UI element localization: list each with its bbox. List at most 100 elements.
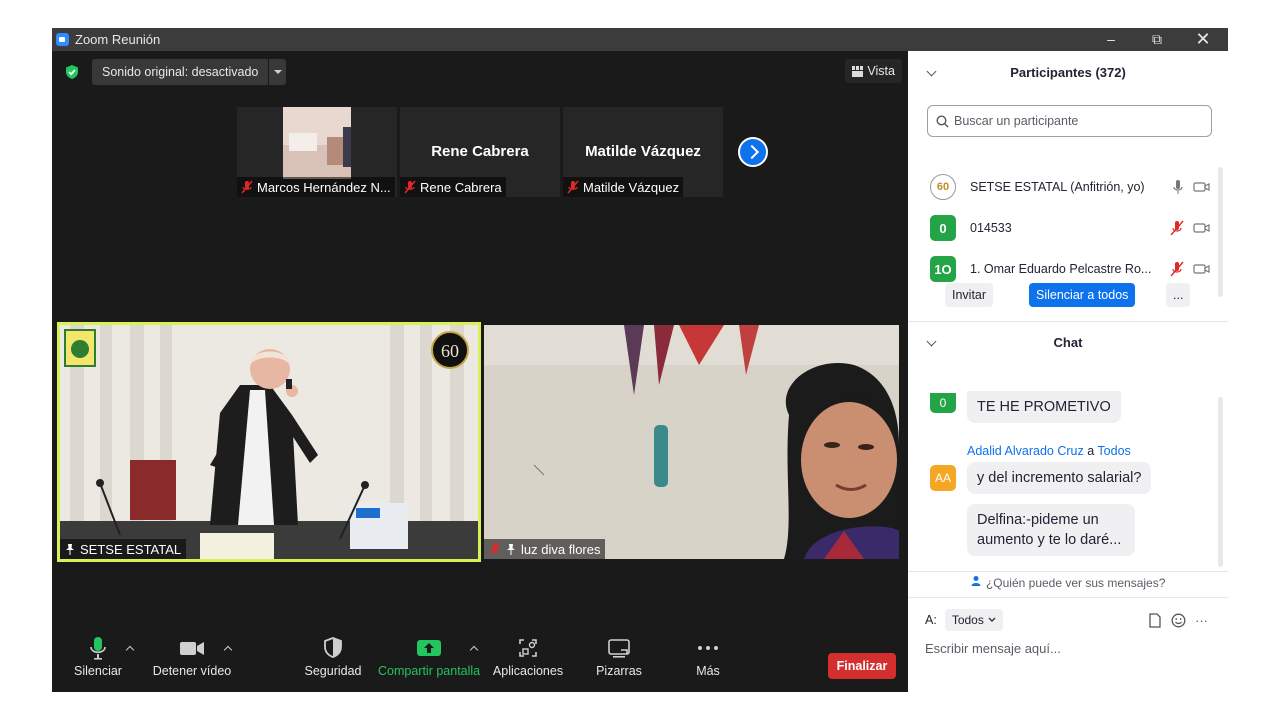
tile-name: SETSE ESTATAL <box>80 541 182 557</box>
invite-button[interactable]: Invitar <box>945 283 994 307</box>
pin-icon <box>66 544 74 555</box>
participants-header: Participantes (372) <box>908 59 1228 87</box>
mute-label: Silenciar <box>74 664 122 678</box>
view-label: Vista <box>867 64 895 78</box>
view-button[interactable]: Vista <box>845 59 902 83</box>
more-button[interactable]: Más <box>682 636 734 688</box>
video-camera-icon[interactable] <box>1193 220 1210 236</box>
security-shield-icon <box>324 637 342 658</box>
stop-video-label: Detener vídeo <box>152 664 232 678</box>
participant-big-name: Matilde Vázquez <box>585 143 701 160</box>
apps-button[interactable]: Aplicaciones <box>492 636 564 688</box>
minimize-button[interactable]: – <box>1088 28 1134 51</box>
participant-video-frame <box>484 325 899 559</box>
more-label: Más <box>696 664 720 678</box>
avatar: AA <box>930 465 956 491</box>
participant-thumbnail[interactable]: Matilde Vázquez Matilde Vázquez <box>563 107 723 197</box>
mute-all-button[interactable]: Silenciar a todos <box>1029 283 1136 307</box>
pin-icon <box>507 544 515 555</box>
chat-title: Chat <box>1053 335 1083 350</box>
share-options-caret[interactable] <box>468 642 480 654</box>
video-tile[interactable]: luz diva flores <box>484 325 899 559</box>
chat-sender-separator: a <box>1087 444 1095 458</box>
restore-button[interactable]: ⧉ <box>1134 28 1180 51</box>
mute-button[interactable]: Silenciar <box>72 636 124 688</box>
search-icon <box>936 114 949 127</box>
participant-search[interactable] <box>927 105 1212 137</box>
original-sound-label: Sonido original: desactivado <box>102 65 259 79</box>
title-bar: Zoom Reunión – ⧉ ✕ <box>52 28 1228 51</box>
next-page-button[interactable] <box>738 137 768 167</box>
original-sound-button[interactable]: Sonido original: desactivado <box>92 59 287 85</box>
mic-muted-icon[interactable] <box>1170 220 1184 236</box>
whiteboards-button[interactable]: Pizarras <box>590 636 648 688</box>
video-camera-icon <box>180 642 204 655</box>
chat-message: Delfina:-pideme un aumento y te lo daré.… <box>967 504 1135 556</box>
recipient-value: Todos <box>951 613 984 627</box>
avatar: 0 <box>930 393 956 413</box>
chat-message-line: Delfina:-pideme un <box>977 512 1099 528</box>
stop-video-button[interactable]: Detener vídeo <box>152 636 232 688</box>
divider <box>908 597 1228 598</box>
close-button[interactable]: ✕ <box>1180 28 1226 51</box>
participant-search-input[interactable] <box>954 114 1194 128</box>
whiteboard-icon <box>608 639 630 658</box>
chat-recipient-row: A: Todos <box>925 609 1003 631</box>
participant-thumbnail[interactable]: Marcos Hernández N... <box>237 107 397 197</box>
zoom-app-icon <box>56 33 69 46</box>
apps-label: Aplicaciones <box>492 664 564 678</box>
participant-status-icons <box>1170 261 1210 277</box>
share-screen-icon <box>417 640 441 656</box>
video-area: Sonido original: desactivado Vista Marco… <box>52 51 908 692</box>
microphone-icon[interactable] <box>1172 179 1184 195</box>
security-label: Seguridad <box>304 664 362 678</box>
video-camera-icon[interactable] <box>1193 179 1210 195</box>
participant-row[interactable]: 0 014533 <box>930 213 1210 243</box>
chat-scrollbar[interactable] <box>1218 397 1223 567</box>
more-icon <box>698 646 718 650</box>
share-screen-button[interactable]: Compartir pantalla <box>378 636 480 688</box>
video-tile-active-speaker[interactable]: 60 SETSE ESTATAL <box>57 322 481 562</box>
chat-message: TE HE PROMETIVO <box>967 391 1121 423</box>
thumbnail-name-bar: Marcos Hernández N... <box>237 177 395 197</box>
mic-muted-icon[interactable] <box>1170 261 1184 277</box>
participant-row[interactable]: 1O 1. Omar Eduardo Pelcastre Ro... <box>930 254 1210 284</box>
chevron-down-icon[interactable] <box>926 66 937 77</box>
microphone-icon <box>90 637 106 660</box>
who-can-see-messages[interactable]: ¿Quién puede ver sus mensajes? <box>908 575 1228 590</box>
chat-more-button[interactable]: ··· <box>1195 613 1208 628</box>
participant-row[interactable]: 60 SETSE ESTATAL (Anfitrión, yo) <box>930 172 1210 202</box>
badge-60-label: 60 <box>441 341 459 361</box>
file-icon[interactable] <box>1148 613 1162 628</box>
thumbnail-name-bar: Rene Cabrera <box>400 177 506 197</box>
end-meeting-button[interactable]: Finalizar <box>828 653 896 679</box>
audio-options-caret[interactable] <box>124 642 136 654</box>
chevron-down-icon <box>988 617 996 622</box>
video-options-caret[interactable] <box>222 642 234 654</box>
security-button[interactable]: Seguridad <box>302 636 364 688</box>
participants-scrollbar[interactable] <box>1218 167 1223 297</box>
who-can-see-label: ¿Quién puede ver sus mensajes? <box>985 576 1166 590</box>
recipient-select[interactable]: Todos <box>944 609 1003 631</box>
encryption-shield-icon[interactable] <box>64 64 80 80</box>
participant-thumbnail[interactable]: Rene Cabrera Rene Cabrera <box>400 107 560 197</box>
chat-message-input[interactable] <box>925 641 1215 656</box>
thumbnail-name: Rene Cabrera <box>420 179 502 195</box>
participant-name: SETSE ESTATAL (Anfitrión, yo) <box>970 180 1145 194</box>
participants-more-button[interactable]: ... <box>1166 283 1191 307</box>
tile-name-bar: SETSE ESTATAL <box>60 539 187 559</box>
participant-name: 014533 <box>970 221 1012 235</box>
emoji-icon[interactable] <box>1171 613 1186 628</box>
video-camera-icon[interactable] <box>1193 261 1210 277</box>
meeting-toolbar: Silenciar Detener vídeo Seguridad Compar… <box>52 628 908 692</box>
chat-sender-name[interactable]: Adalid Alvarado Cruz <box>967 444 1084 458</box>
thumbnail-name-bar: Matilde Vázquez <box>563 177 684 197</box>
mic-muted-icon <box>567 180 579 194</box>
tile-name-bar: luz diva flores <box>484 539 606 559</box>
chevron-down-icon[interactable] <box>926 336 937 347</box>
chat-tools: ··· <box>1148 613 1208 628</box>
window-title: Zoom Reunión <box>75 32 161 47</box>
chevron-down-icon[interactable] <box>268 59 286 85</box>
side-panel: Participantes (372) 60 SETSE ESTATAL (An… <box>908 51 1228 692</box>
apps-icon <box>519 639 537 657</box>
